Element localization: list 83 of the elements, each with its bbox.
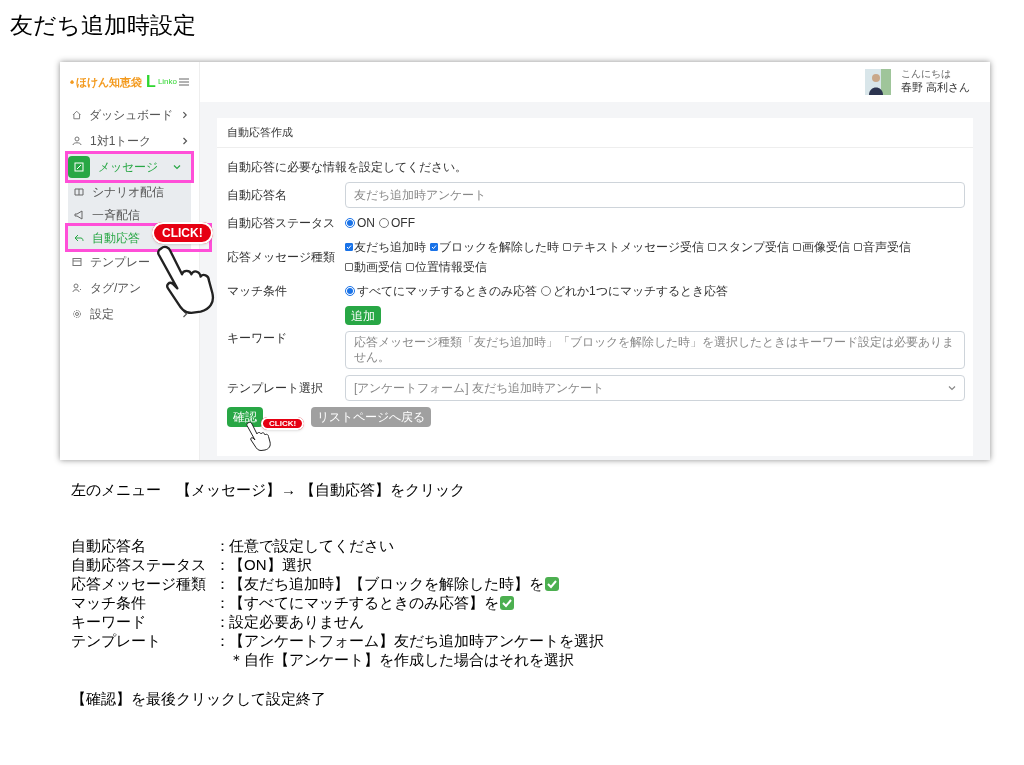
separator-text: ：	[215, 536, 229, 555]
person-icon	[72, 136, 82, 146]
setting-label: キーワード	[71, 612, 147, 631]
radio-label: どれか1つにマッチするとき応答	[553, 283, 728, 300]
click-callout: CLICK!	[152, 222, 213, 244]
logo-text: ほけん知恵袋	[76, 74, 143, 90]
checkbox-label: 音声受信	[863, 239, 911, 256]
checkbox[interactable]	[345, 243, 353, 251]
confirm-button[interactable]: 確認	[227, 407, 263, 427]
add-button[interactable]: 追加	[345, 306, 381, 325]
user-name: 春野 高利さん	[900, 80, 970, 96]
radio-button[interactable]	[379, 218, 389, 228]
field-label: 自動応答名	[227, 187, 288, 204]
tag-icon	[72, 283, 82, 293]
separator-text: ：	[215, 631, 229, 650]
setting-label: マッチ条件	[71, 593, 147, 612]
checkbox[interactable]	[563, 243, 571, 251]
checkmark-icon	[499, 594, 515, 611]
separator-text: ：	[215, 574, 229, 593]
logo-subtext: Linko	[157, 76, 177, 88]
keyword-field[interactable]: 応答メッセージ種類「友だち追加時」「ブロックを解除した時」を選択したときはキーワード設定は必要ありません。	[345, 331, 965, 369]
setting-value: 【友だち追加時】【ブロックを解除した時】を	[229, 574, 544, 593]
setting-label: 自動応答名	[71, 536, 147, 555]
radio-label: ON	[357, 215, 375, 232]
separator-text: ：	[215, 593, 229, 612]
book-icon	[74, 186, 84, 197]
checkbox[interactable]	[345, 263, 353, 271]
click-callout: CLICK!	[261, 417, 305, 430]
radio-button[interactable]	[345, 218, 355, 228]
closing-text: 【確認】を最後クリックして設定終了	[71, 689, 326, 709]
field-label: 自動応答ステータス	[227, 215, 336, 232]
setting-value: 設定必要ありません	[229, 612, 364, 631]
radio-label: すべてにマッチするときのみ応答	[357, 283, 537, 300]
home-icon	[72, 110, 82, 120]
template-select[interactable]: [アンケートフォーム] 友だち追加時アンケート	[345, 375, 965, 401]
setting-value: 【ON】選択	[229, 555, 312, 574]
field-label: 応答メッセージ種類	[227, 249, 336, 266]
sidebar-item[interactable]: メッセージ	[68, 154, 191, 180]
sidebar-item[interactable]: ダッシュボード	[60, 102, 199, 128]
back-button[interactable]: リストページへ戻る	[311, 407, 431, 427]
field-label: マッチ条件	[227, 283, 288, 300]
setting-note: ＊自作【アンケート】を作成した場合はそれを選択	[229, 650, 575, 669]
checkbox-label: テキストメッセージ受信	[572, 239, 704, 256]
submenu-item[interactable]: シナリオ配信	[68, 180, 191, 203]
sidebar-item[interactable]: 1対1トーク	[60, 128, 199, 154]
checkbox-label: 友だち追加時	[354, 239, 426, 256]
field-label: テンプレート選択	[227, 380, 324, 397]
instruction-text: 左のメニュー 【メッセージ】→ 【自動応答】をクリック	[71, 480, 466, 500]
checkbox-label: 位置情報受信	[415, 259, 487, 276]
checkbox-label: 画像受信	[802, 239, 850, 256]
checkbox-label: スタンプ受信	[717, 239, 789, 256]
radio-button[interactable]	[345, 286, 355, 296]
separator-text: ：	[215, 612, 229, 631]
description-text: 自動応答に必要な情報を設定してください。	[227, 159, 468, 176]
setting-label: 自動応答ステータス	[71, 555, 207, 574]
slide-title: 友だち追加時設定	[10, 11, 196, 40]
setting-value: 【すべてにマッチするときのみ応答】を	[229, 593, 499, 612]
checkbox[interactable]	[406, 263, 414, 271]
checkbox[interactable]	[854, 243, 862, 251]
greeting-text: こんにちは	[900, 68, 952, 80]
checkbox[interactable]	[708, 243, 716, 251]
sidebar-item[interactable]: テンプレー	[60, 249, 199, 275]
checkbox-label: ブロックを解除した時	[439, 239, 559, 256]
field-label: キーワード	[227, 329, 288, 347]
radio-label: OFF	[391, 215, 415, 232]
logo-letter: L	[146, 74, 156, 90]
reply-icon	[74, 232, 84, 243]
gear-icon	[72, 309, 82, 319]
checkbox[interactable]	[430, 243, 438, 251]
checkbox[interactable]	[793, 243, 801, 251]
input-field[interactable]: 友だち追加時アンケート	[345, 182, 965, 208]
setting-label: テンプレート	[71, 631, 162, 650]
setting-label: 応答メッセージ種類	[71, 574, 207, 593]
megaphone-icon	[74, 209, 84, 220]
setting-value: 任意で設定してください	[229, 536, 394, 555]
edit-icon	[74, 162, 84, 172]
checkmark-icon	[544, 575, 560, 592]
calendar-icon	[72, 257, 82, 267]
radio-button[interactable]	[541, 286, 551, 296]
separator-text: ：	[215, 555, 229, 574]
setting-value: 【アンケートフォーム】友だち追加時アンケートを選択	[229, 631, 604, 650]
checkbox-label: 動画受信	[354, 259, 402, 276]
card-title: 自動応答作成	[217, 118, 973, 148]
